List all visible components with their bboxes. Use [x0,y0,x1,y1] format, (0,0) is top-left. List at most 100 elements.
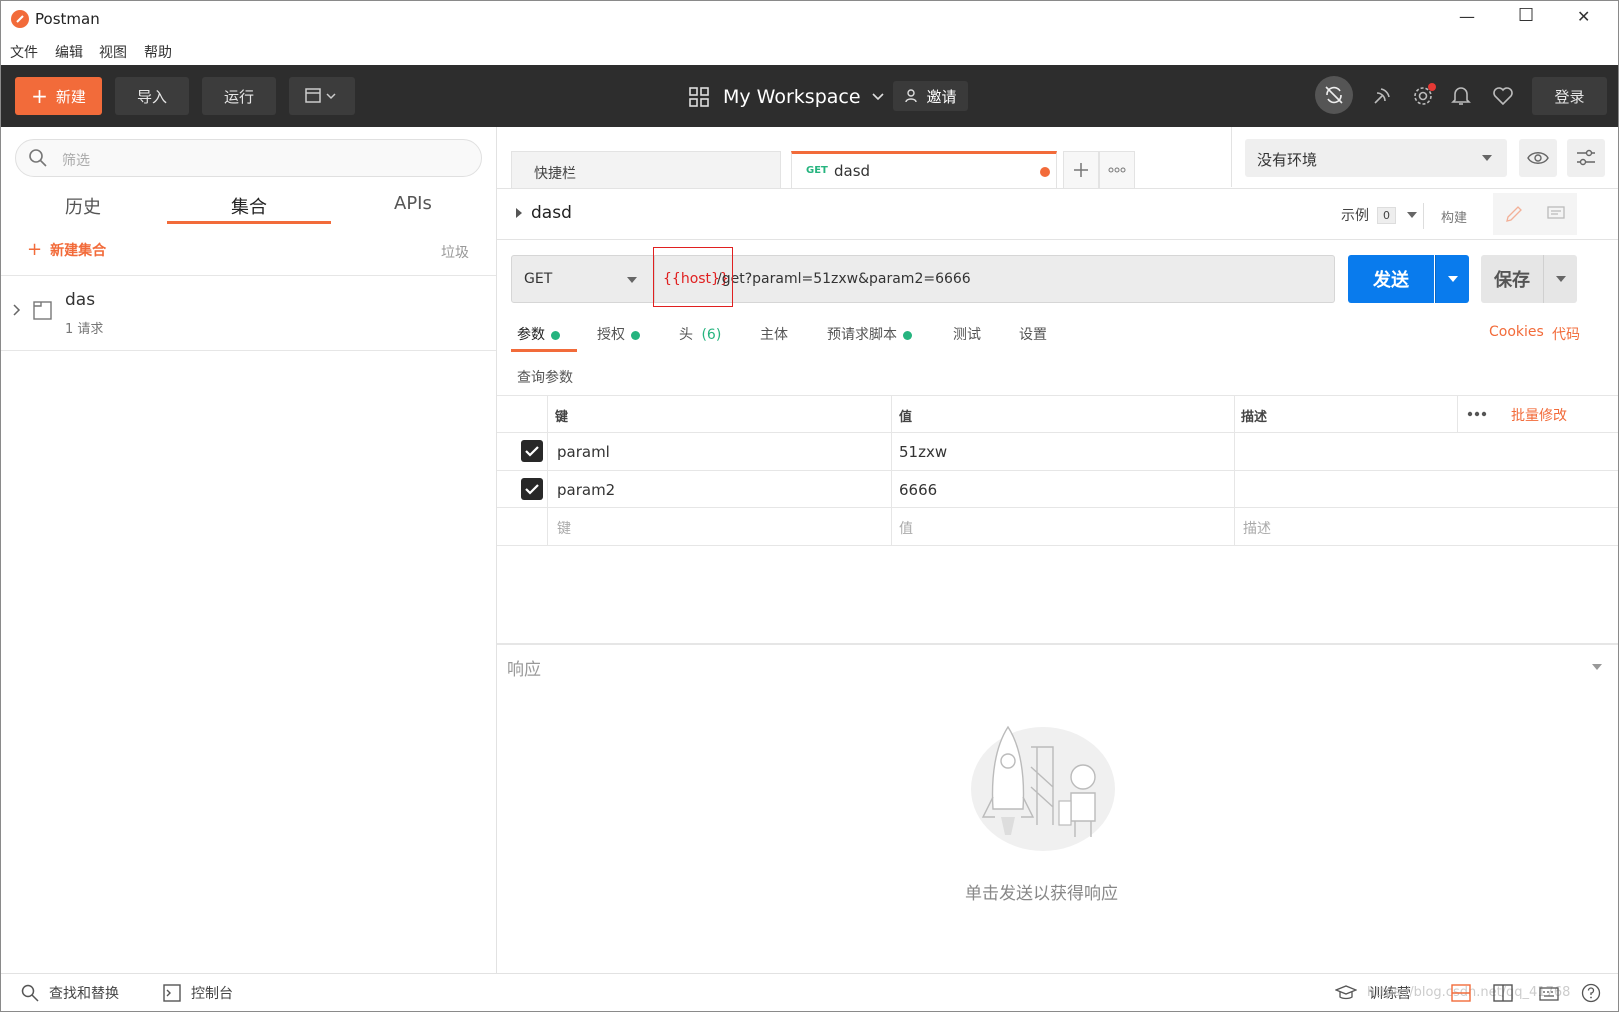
environment-quick-look-button[interactable] [1519,139,1557,177]
tab-prerequest[interactable]: 预请求脚本 [827,324,912,344]
minimize-button[interactable]: — [1459,7,1475,26]
runner-button[interactable]: 运行 [202,77,276,115]
tab-settings[interactable]: 设置 [1019,324,1047,344]
comments-button[interactable] [1535,193,1577,235]
more-horizontal-icon[interactable] [1467,411,1487,417]
collection-item[interactable]: das 1 请求 [1,276,496,350]
new-value-input[interactable]: 值 [899,518,913,538]
favorite-button[interactable] [1488,81,1518,111]
new-window-button[interactable] [289,77,355,115]
help-button[interactable] [1579,981,1603,1005]
param-checkbox[interactable] [521,478,543,500]
save-button[interactable]: 保存 [1481,255,1543,303]
params-table: 键 值 描述 批量修改 paraml 51zxw param2 6666 键 值… [497,395,1618,546]
menu-help[interactable]: 帮助 [144,42,172,62]
comment-icon [1547,206,1565,219]
new-button[interactable]: + 新建 [15,77,102,115]
tab-auth[interactable]: 授权 [597,324,640,344]
workspace-selector[interactable]: My Workspace [689,83,885,111]
new-description-input[interactable]: 描述 [1243,518,1271,538]
response-empty-message: 单击发送以获得响应 [965,884,1118,904]
login-button[interactable]: 登录 [1532,77,1607,115]
chevron-right-icon [13,304,21,316]
build-mode-label[interactable]: 构建 [1441,207,1467,226]
notifications-button[interactable] [1446,81,1476,111]
find-replace-button[interactable]: 查找和替换 [21,983,119,1003]
send-button[interactable]: 发送 [1348,255,1434,303]
caret-right-icon[interactable] [515,207,523,219]
plus-icon [1074,163,1088,177]
new-collection-button[interactable]: + 新建集合 [27,239,106,260]
keyboard-icon [1539,987,1559,1001]
bulk-edit-link[interactable]: 批量修改 [1511,405,1567,425]
new-key-input[interactable]: 键 [557,518,571,538]
send-options-button[interactable] [1435,255,1469,303]
sidebar-search[interactable]: 筛选 [15,139,482,177]
tab-apis[interactable]: APIs [394,193,432,214]
tab-headers[interactable]: 头 (6) [679,324,721,344]
find-replace-label: 查找和替换 [49,986,119,1002]
cookies-link[interactable]: Cookies [1489,324,1544,340]
invite-label: 邀请 [926,87,957,106]
tab-body[interactable]: 主体 [760,324,788,344]
status-bar: 查找和替换 控制台 训练营 https://blog.csdn.net/qq_4… [1,973,1618,1011]
close-button[interactable]: ✕ [1577,7,1590,26]
eye-icon [1527,152,1549,164]
chevron-down-icon [871,93,884,101]
param-value[interactable]: 51zxw [899,443,947,461]
manage-environments-button[interactable] [1567,139,1605,177]
folder-icon [33,301,52,320]
column-header-key: 键 [555,410,569,425]
tab-collections[interactable]: 集合 [231,193,267,219]
save-options-button[interactable] [1543,255,1577,303]
tab-tests[interactable]: 测试 [953,324,981,344]
more-horizontal-icon [1108,167,1126,173]
chevron-down-icon[interactable] [1591,663,1603,671]
code-link[interactable]: 代码 [1552,324,1580,344]
method-select[interactable]: GET [511,255,655,303]
keyboard-shortcuts-button[interactable] [1537,983,1561,1003]
new-tab-button[interactable] [1063,151,1099,189]
workspace-name: My Workspace [723,86,861,108]
menu-file[interactable]: 文件 [10,42,38,62]
interceptor-button[interactable] [1367,81,1397,111]
tab-method-badge: GET [806,165,828,176]
trash-link[interactable]: 垃圾 [441,242,469,262]
import-button[interactable]: 导入 [115,77,189,115]
sidebar-search-placeholder: 筛选 [62,153,90,169]
console-button[interactable]: 控制台 [163,983,233,1003]
menu-view[interactable]: 视图 [99,42,127,62]
tab-params[interactable]: 参数 [517,324,560,344]
tab-history[interactable]: 历史 [65,193,101,219]
highlight-box [653,247,733,307]
main-panel: 快捷栏 GET dasd 没有环境 dasd 示例 0 构建 GET {{hos… [497,127,1618,973]
tab-request-dasd[interactable]: GET dasd [791,151,1057,189]
import-label: 导入 [136,87,167,106]
tab-options-button[interactable] [1099,151,1135,189]
edit-mode-button[interactable] [1493,193,1535,235]
header-toolbar: + 新建 导入 运行 My Workspace 邀请 登录 [1,65,1618,127]
url-input[interactable]: {{host}} /get?paraml=51zxw&param2=6666 [655,255,1335,303]
single-pane-icon [1451,984,1471,1002]
maximize-button[interactable]: ☐ [1518,5,1534,26]
layout-split-button[interactable] [1491,983,1515,1003]
console-icon [163,984,181,1002]
invite-button[interactable]: 邀请 [893,81,968,111]
tab-auth-label: 授权 [597,327,625,343]
runner-label: 运行 [223,87,254,106]
examples-dropdown[interactable]: 示例 0 [1341,205,1418,225]
layout-single-button[interactable] [1449,983,1473,1003]
environment-select[interactable]: 没有环境 [1245,139,1507,177]
param-key[interactable]: paraml [557,443,610,461]
tab-launchpad[interactable]: 快捷栏 [511,151,781,189]
param-key[interactable]: param2 [557,481,615,499]
plus-icon: + [31,84,48,108]
request-name[interactable]: dasd [531,203,572,223]
param-value[interactable]: 6666 [899,481,937,499]
menu-edit[interactable]: 编辑 [55,42,83,62]
new-window-icon [305,88,336,103]
sync-button[interactable] [1315,76,1353,114]
settings-button[interactable] [1408,81,1438,111]
satellite-icon [1374,88,1390,104]
param-checkbox[interactable] [521,440,543,462]
